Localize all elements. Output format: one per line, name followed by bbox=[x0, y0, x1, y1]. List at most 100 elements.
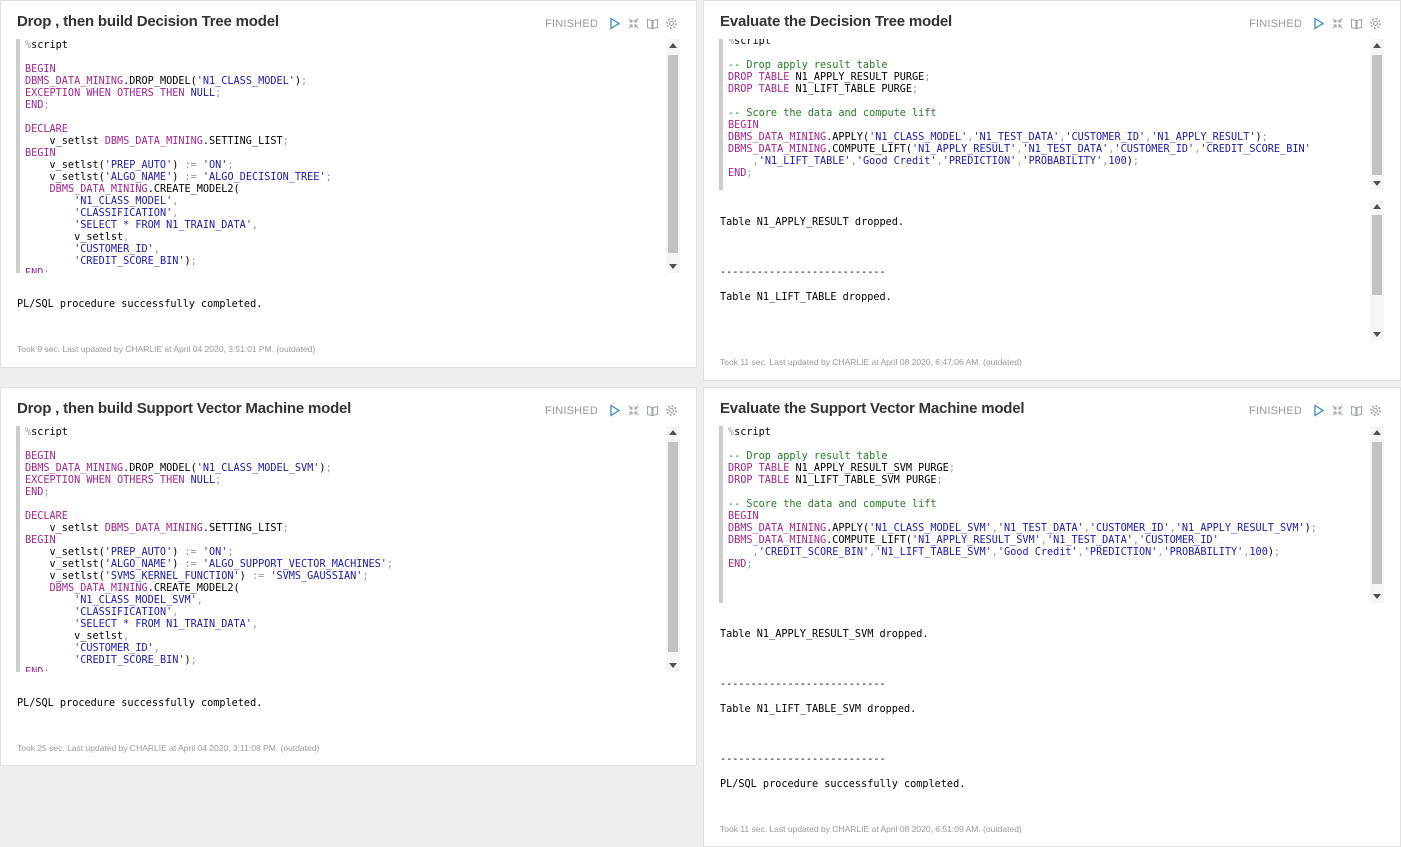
scroll-up-arrow[interactable] bbox=[669, 43, 677, 48]
code-line[interactable]: DECLARE bbox=[25, 124, 662, 136]
collapse-icon[interactable] bbox=[1331, 17, 1344, 30]
book-icon[interactable] bbox=[1350, 404, 1363, 417]
code-text[interactable]: %script BEGIN DBMS_DATA_MINING.DROP_MODEL(… bbox=[25, 40, 662, 273]
code-line[interactable]: BEGIN bbox=[25, 64, 662, 76]
code-line[interactable]: END; bbox=[25, 268, 662, 273]
code-line[interactable]: BEGIN bbox=[728, 120, 1366, 132]
settings-icon[interactable] bbox=[1369, 17, 1382, 30]
code-line[interactable]: DROP TABLE N1_APPLY_RESULT_SVM PURGE; bbox=[728, 463, 1366, 475]
code-line[interactable]: 'SELECT * FROM N1_TRAIN_DATA', bbox=[25, 619, 662, 631]
code-line[interactable]: 'SELECT * FROM N1_TRAIN_DATA', bbox=[25, 220, 662, 232]
code-line[interactable]: EXCEPTION WHEN OTHERS THEN NULL; bbox=[25, 475, 662, 487]
code-line[interactable]: %script bbox=[25, 40, 662, 52]
code-line[interactable]: v_setlst('ALGO_NAME') := 'ALGO_SUPPORT_V… bbox=[25, 559, 662, 571]
code-line[interactable]: v_setlst, bbox=[25, 631, 662, 643]
run-icon[interactable] bbox=[1312, 404, 1325, 417]
code-line[interactable]: v_setlst('SVMS_KERNEL_FUNCTION') := 'SVM… bbox=[25, 571, 662, 583]
code-line[interactable]: DBMS_DATA_MINING.DROP_MODEL('N1_CLASS_MO… bbox=[25, 463, 662, 475]
code-line[interactable] bbox=[25, 112, 662, 124]
code-line[interactable] bbox=[25, 52, 662, 64]
code-line[interactable] bbox=[728, 48, 1366, 60]
code-line[interactable]: v_setlst('ALGO_NAME') := 'ALGO_DECISION_… bbox=[25, 172, 662, 184]
code-line[interactable]: %script bbox=[728, 39, 1366, 48]
scroll-up-arrow[interactable] bbox=[1373, 43, 1381, 48]
code-line[interactable]: EXCEPTION WHEN OTHERS THEN NULL; bbox=[25, 88, 662, 100]
code-line[interactable]: BEGIN bbox=[728, 511, 1366, 523]
code-line[interactable]: DBMS_DATA_MINING.CREATE_MODEL2( bbox=[25, 184, 662, 196]
code-line[interactable]: 'CUSTOMER_ID', bbox=[25, 643, 662, 655]
code-line[interactable]: -- Drop apply result table bbox=[728, 60, 1366, 72]
scroll-up-arrow[interactable] bbox=[1373, 430, 1381, 435]
code-line[interactable]: -- Score the data and compute lift bbox=[728, 499, 1366, 511]
code-line[interactable]: END; bbox=[25, 487, 662, 499]
output-scrollbar[interactable] bbox=[1370, 200, 1384, 341]
code-editor[interactable]: %script BEGIN DBMS_DATA_MINING.DROP_MODEL(… bbox=[16, 426, 680, 672]
scroll-up-arrow[interactable] bbox=[669, 430, 677, 435]
scroll-down-arrow[interactable] bbox=[669, 663, 677, 668]
scroll-down-arrow[interactable] bbox=[669, 264, 677, 269]
scroll-down-arrow[interactable] bbox=[1373, 332, 1381, 337]
code-line[interactable]: BEGIN bbox=[25, 148, 662, 160]
code-line[interactable]: v_setlst, bbox=[25, 232, 662, 244]
code-text[interactable]: %script BEGIN DBMS_DATA_MINING.DROP_MODEL(… bbox=[25, 427, 662, 672]
scroll-down-arrow[interactable] bbox=[1373, 594, 1381, 599]
scroll-thumb[interactable] bbox=[1372, 442, 1382, 584]
code-line[interactable]: DBMS_DATA_MINING.APPLY('N1_CLASS_MODEL',… bbox=[728, 132, 1366, 144]
code-line[interactable]: 'N1_CLASS_MODEL', bbox=[25, 196, 662, 208]
code-line[interactable]: -- Score the data and compute lift bbox=[728, 108, 1366, 120]
code-line[interactable]: END; bbox=[728, 168, 1366, 180]
code-line[interactable]: BEGIN bbox=[25, 451, 662, 463]
code-line[interactable]: %script bbox=[25, 427, 662, 439]
code-line[interactable] bbox=[728, 439, 1366, 451]
scroll-down-arrow[interactable] bbox=[1373, 181, 1381, 186]
editor-scrollbar[interactable] bbox=[1370, 426, 1384, 603]
code-line[interactable]: DROP TABLE N1_LIFT_TABLE PURGE; bbox=[728, 84, 1366, 96]
scroll-thumb[interactable] bbox=[1372, 215, 1382, 295]
code-line[interactable]: v_setlst('PREP_AUTO') := 'ON'; bbox=[25, 547, 662, 559]
scroll-up-arrow[interactable] bbox=[1373, 204, 1381, 209]
editor-scrollbar[interactable] bbox=[666, 426, 680, 672]
code-line[interactable]: DBMS_DATA_MINING.DROP_MODEL('N1_CLASS_MO… bbox=[25, 76, 662, 88]
scroll-thumb[interactable] bbox=[1372, 55, 1382, 175]
code-line[interactable]: -- Drop apply result table bbox=[728, 451, 1366, 463]
code-line[interactable]: DBMS_DATA_MINING.COMPUTE_LIFT('N1_APPLY_… bbox=[728, 144, 1366, 156]
code-line[interactable]: 'CLASSIFICATION', bbox=[25, 607, 662, 619]
code-line[interactable]: 'CREDIT_SCORE_BIN'); bbox=[25, 655, 662, 667]
book-icon[interactable] bbox=[646, 17, 659, 30]
code-line[interactable]: v_setlst DBMS_DATA_MINING.SETTING_LIST; bbox=[25, 136, 662, 148]
code-line[interactable]: END; bbox=[25, 667, 662, 672]
code-line[interactable]: v_setlst DBMS_DATA_MINING.SETTING_LIST; bbox=[25, 523, 662, 535]
run-icon[interactable] bbox=[1312, 17, 1325, 30]
code-line[interactable]: %script bbox=[728, 427, 1366, 439]
book-icon[interactable] bbox=[646, 404, 659, 417]
book-icon[interactable] bbox=[1350, 17, 1363, 30]
code-line[interactable]: DECLARE bbox=[25, 511, 662, 523]
code-line[interactable]: DBMS_DATA_MINING.CREATE_MODEL2( bbox=[25, 583, 662, 595]
scroll-thumb[interactable] bbox=[668, 442, 678, 652]
code-line[interactable]: DROP TABLE N1_APPLY_RESULT PURGE; bbox=[728, 72, 1366, 84]
code-editor[interactable]: %script -- Drop apply result table DROP TA… bbox=[719, 426, 1384, 603]
code-line[interactable]: DROP TABLE N1_LIFT_TABLE_SVM PURGE; bbox=[728, 475, 1366, 487]
code-editor[interactable]: %script -- Drop apply result table DROP TA… bbox=[719, 39, 1384, 190]
collapse-icon[interactable] bbox=[1331, 404, 1344, 417]
code-line[interactable]: END; bbox=[728, 559, 1366, 571]
code-line[interactable] bbox=[25, 439, 662, 451]
code-line[interactable]: 'CUSTOMER_ID', bbox=[25, 244, 662, 256]
code-text[interactable]: %script -- Drop apply result table DROP TA… bbox=[728, 39, 1366, 180]
code-line[interactable]: 'CLASSIFICATION', bbox=[25, 208, 662, 220]
code-editor[interactable]: %script BEGIN DBMS_DATA_MINING.DROP_MODEL(… bbox=[16, 39, 680, 273]
settings-icon[interactable] bbox=[665, 404, 678, 417]
code-line[interactable]: BEGIN bbox=[25, 535, 662, 547]
settings-icon[interactable] bbox=[665, 17, 678, 30]
editor-scrollbar[interactable] bbox=[1370, 39, 1384, 190]
settings-icon[interactable] bbox=[1369, 404, 1382, 417]
run-icon[interactable] bbox=[608, 404, 621, 417]
code-line[interactable] bbox=[25, 499, 662, 511]
code-line[interactable] bbox=[728, 487, 1366, 499]
code-text[interactable]: %script -- Drop apply result table DROP TA… bbox=[728, 427, 1366, 571]
collapse-icon[interactable] bbox=[627, 404, 640, 417]
code-line[interactable] bbox=[728, 96, 1366, 108]
editor-scrollbar[interactable] bbox=[666, 39, 680, 273]
code-line[interactable]: DBMS_DATA_MINING.COMPUTE_LIFT('N1_APPLY_… bbox=[728, 535, 1366, 547]
code-line[interactable]: ,'CREDIT_SCORE_BIN','N1_LIFT_TABLE_SVM',… bbox=[728, 547, 1366, 559]
